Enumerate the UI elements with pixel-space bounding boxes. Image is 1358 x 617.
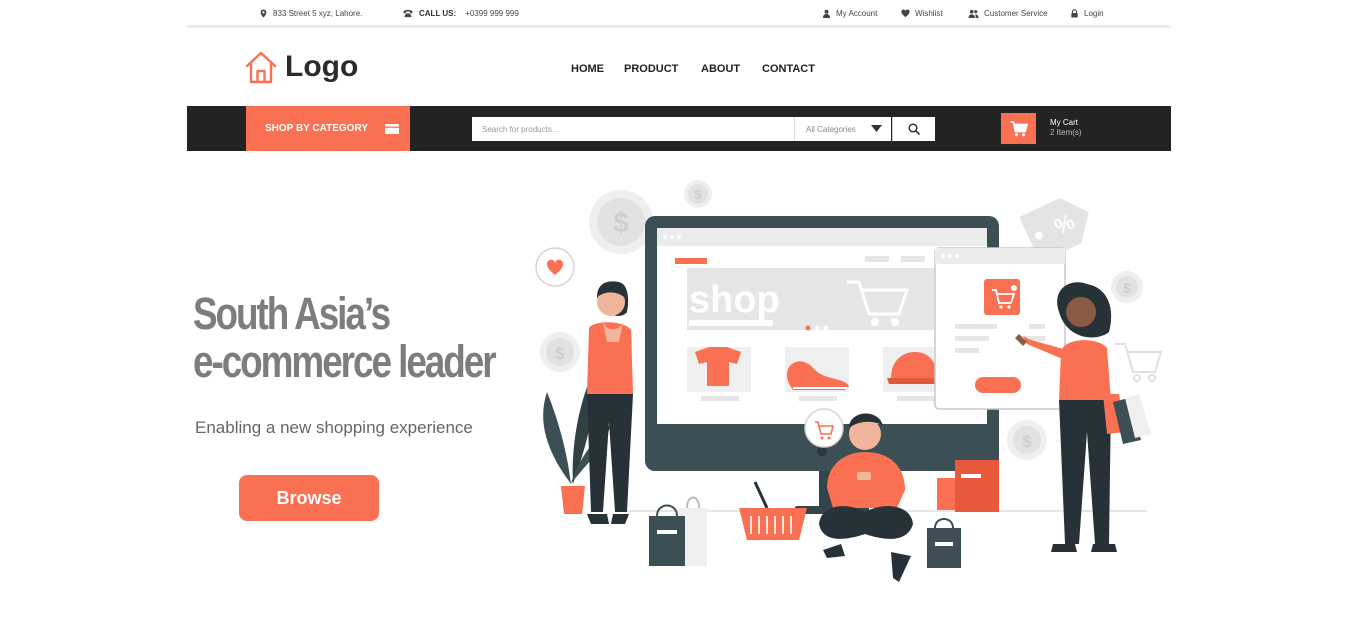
- address-info: 833 Street 5 xyz, Lahore.: [259, 9, 362, 18]
- svg-text:$: $: [555, 344, 565, 363]
- hero-title-line1: South Asia’s: [193, 288, 391, 339]
- svg-text:$: $: [613, 207, 629, 238]
- wishlist-link[interactable]: Wishlist: [901, 9, 943, 18]
- telephone-icon: [403, 9, 413, 18]
- location-pin-icon: [260, 9, 267, 18]
- cart-bubble-icon: [804, 408, 844, 448]
- hero-title-line2: e-commerce leader: [193, 336, 497, 387]
- search-input[interactable]: [472, 117, 795, 141]
- dollar-coin-icon: $: [684, 180, 712, 208]
- customer-service-link[interactable]: Customer Service: [968, 9, 1048, 18]
- cart-count: 2 Item(s): [1050, 128, 1082, 137]
- dollar-coin-icon: $: [1111, 271, 1143, 303]
- svg-text:$: $: [1022, 432, 1032, 451]
- heart-bubble-icon: [535, 247, 575, 287]
- page: 833 Street 5 xyz, Lahore. CALL US: +0399…: [187, 0, 1171, 617]
- lock-icon: [1071, 9, 1078, 18]
- address-text: 833 Street 5 xyz, Lahore.: [273, 9, 363, 18]
- nav-contact[interactable]: CONTACT: [762, 63, 815, 75]
- phone-info: CALL US: +0399 999 999: [402, 9, 519, 18]
- category-select[interactable]: All Categories: [794, 117, 891, 141]
- heart-icon: [901, 9, 910, 18]
- nav-about[interactable]: ABOUT: [701, 63, 740, 75]
- menu-card-icon: [384, 123, 399, 134]
- login-link[interactable]: Login: [1070, 9, 1104, 18]
- site-logo[interactable]: Logo: [245, 50, 358, 84]
- browse-button[interactable]: Browse: [239, 475, 379, 521]
- hero-subtitle: Enabling a new shopping experience: [195, 418, 473, 437]
- dollar-coin-icon: $: [1007, 420, 1047, 460]
- nav-home[interactable]: HOME: [571, 63, 604, 75]
- logo-text: Logo: [285, 50, 359, 83]
- cart-icon: [1010, 120, 1028, 136]
- woman-surprised-illustration: [587, 281, 633, 524]
- customer-service-label: Customer Service: [984, 9, 1048, 18]
- top-bar: 833 Street 5 xyz, Lahore. CALL US: +0399…: [187, 0, 1171, 28]
- hero-illustration: $ $ $ $ $ % shop: [535, 180, 1163, 582]
- search-icon: [908, 123, 920, 135]
- my-account-label: My Account: [836, 9, 878, 18]
- svg-text:$: $: [1123, 280, 1131, 296]
- shop-by-category-button[interactable]: SHOP BY CATEGORY: [246, 106, 410, 151]
- search-button[interactable]: [892, 117, 935, 141]
- hero-title: South Asia’s e-commerce leader: [193, 288, 497, 387]
- cart-outline-icon: [1115, 343, 1163, 382]
- dollar-coin-icon: $: [589, 190, 653, 254]
- login-label: Login: [1084, 9, 1104, 18]
- shop-by-category-label: SHOP BY CATEGORY: [265, 123, 368, 134]
- dollar-coin-icon: $: [540, 332, 580, 372]
- caret-down-icon: [871, 125, 882, 132]
- user-icon: [822, 9, 831, 18]
- category-selected-label: All Categories: [806, 124, 856, 134]
- nav-product[interactable]: PRODUCT: [624, 63, 678, 75]
- product-popup-illustration: [934, 247, 1066, 410]
- screen-banner-text: shop: [689, 279, 780, 321]
- svg-text:$: $: [694, 187, 702, 202]
- cart-button[interactable]: [1001, 113, 1036, 144]
- users-icon: [968, 9, 979, 18]
- wishlist-label: Wishlist: [915, 9, 943, 18]
- search-bar: SHOP BY CATEGORY All Categories My Cart …: [187, 106, 1171, 151]
- my-account-link[interactable]: My Account: [822, 9, 877, 18]
- cart-summary[interactable]: My Cart 2 Item(s): [1050, 118, 1082, 138]
- house-logo-icon: [245, 51, 277, 84]
- phone-number[interactable]: +0399 999 999: [465, 9, 519, 18]
- cart-label: My Cart: [1050, 118, 1078, 127]
- call-label: CALL US:: [419, 9, 457, 18]
